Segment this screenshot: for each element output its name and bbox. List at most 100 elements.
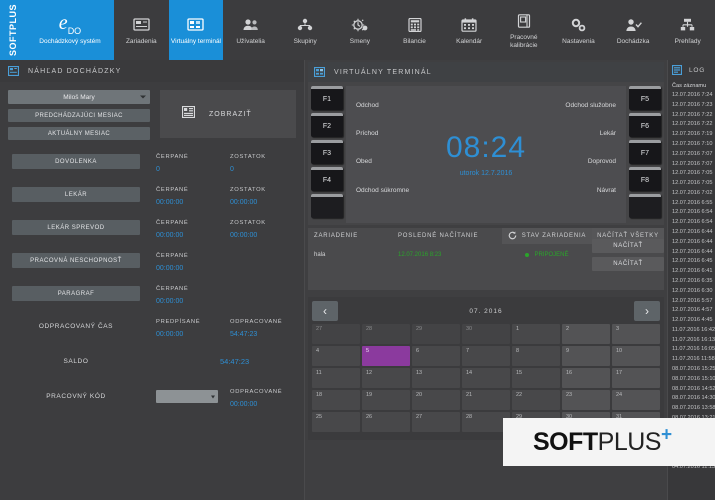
fkey-f6[interactable]: F6 bbox=[629, 113, 661, 137]
fkey-blank-left[interactable] bbox=[311, 194, 343, 218]
log-entry[interactable]: 12.07.2016 7:24 bbox=[672, 91, 711, 101]
log-entry[interactable]: 08.07.2016 15:25 bbox=[672, 365, 711, 375]
calendar-day[interactable]: 17 bbox=[612, 368, 660, 388]
fkey-f7[interactable]: F7 bbox=[629, 140, 661, 164]
log-entry[interactable]: 12.07.2016 7:05 bbox=[672, 179, 711, 189]
fkey-blank-right[interactable] bbox=[629, 194, 661, 218]
calendar-day[interactable]: 19 bbox=[362, 390, 410, 410]
fkey-f3[interactable]: F3 bbox=[311, 140, 343, 164]
log-entry[interactable]: 12.07.2016 6:54 bbox=[672, 208, 711, 218]
lekar-button[interactable]: LEKÁR bbox=[12, 187, 140, 202]
log-entry[interactable]: 12.07.2016 6:30 bbox=[672, 287, 711, 297]
log-entry[interactable]: 12.07.2016 7:23 bbox=[672, 101, 711, 111]
lekar-sprevod-button[interactable]: LEKÁR SPREVOD bbox=[12, 220, 140, 235]
calendar-day[interactable]: 1 bbox=[512, 324, 560, 344]
calendar-day[interactable]: 23 bbox=[562, 390, 610, 410]
log-entry[interactable]: 08.07.2016 14:52 bbox=[672, 384, 711, 394]
paragraf-button[interactable]: PARAGRAF bbox=[12, 286, 140, 301]
nav-item-skupiny[interactable]: Skupiny bbox=[278, 0, 333, 60]
fkey-f5[interactable]: F5 bbox=[629, 86, 661, 110]
log-entry[interactable]: 08.07.2016 15:10 bbox=[672, 375, 711, 385]
calendar-day[interactable]: 4 bbox=[312, 346, 360, 366]
calendar-day[interactable]: 20 bbox=[412, 390, 460, 410]
nav-item-pracovne-kalibracie[interactable]: Pracovné kalibrácie bbox=[496, 0, 551, 60]
calendar-day[interactable]: 7 bbox=[462, 346, 510, 366]
dovolenka-button[interactable]: DOVOLENKA bbox=[12, 154, 140, 169]
log-list[interactable]: 12.07.2016 7:2412.07.2016 7:2312.07.2016… bbox=[668, 91, 715, 472]
log-entry[interactable]: 12.07.2016 6:44 bbox=[672, 248, 711, 258]
calendar-day[interactable]: 2 bbox=[562, 324, 610, 344]
calendar-day[interactable]: 15 bbox=[512, 368, 560, 388]
log-entry[interactable]: 12.07.2016 7:22 bbox=[672, 111, 711, 121]
log-entry[interactable]: 11.07.2016 16:42 bbox=[672, 326, 711, 336]
log-entry[interactable]: 08.07.2016 13:58 bbox=[672, 404, 711, 414]
calendar-day[interactable]: 27 bbox=[412, 412, 460, 432]
log-entry[interactable]: 12.07.2016 6:55 bbox=[672, 199, 711, 209]
calendar-day[interactable]: 28 bbox=[362, 324, 410, 344]
log-entry[interactable]: 12.07.2016 7:05 bbox=[672, 169, 711, 179]
log-entry[interactable]: 12.07.2016 4:45 bbox=[672, 316, 711, 326]
calendar-day[interactable]: 27 bbox=[312, 324, 360, 344]
calendar-day[interactable]: 29 bbox=[412, 324, 460, 344]
nav-item-dochadzkovy-system[interactable]: eDO Dochádzkový systém bbox=[26, 0, 114, 60]
load-button[interactable]: NAČÍTAŤ bbox=[592, 239, 664, 253]
log-entry[interactable]: 12.07.2016 5:57 bbox=[672, 296, 711, 306]
log-entry[interactable]: 12.07.2016 7:10 bbox=[672, 140, 711, 150]
fkey-f8[interactable]: F8 bbox=[629, 167, 661, 191]
nav-item-bilancie[interactable]: Bilancie bbox=[387, 0, 442, 60]
log-entry[interactable]: 12.07.2016 4:57 bbox=[672, 306, 711, 316]
pracovna-neschopnost-button[interactable]: PRACOVNÁ NESCHOPNOSŤ bbox=[12, 253, 140, 268]
log-entry[interactable]: 12.07.2016 6:41 bbox=[672, 267, 711, 277]
current-month-button[interactable]: AKTUÁLNY MESIAC bbox=[8, 127, 150, 140]
nav-item-virtualny-terminal[interactable]: Virtuálny terminál bbox=[169, 0, 224, 60]
calendar-day[interactable]: 11 bbox=[312, 368, 360, 388]
nav-item-smeny[interactable]: Smeny bbox=[333, 0, 388, 60]
fkey-f1[interactable]: F1 bbox=[311, 86, 343, 110]
calendar-day[interactable]: 13 bbox=[412, 368, 460, 388]
calendar-day[interactable]: 26 bbox=[362, 412, 410, 432]
nav-item-dochadzka[interactable]: Dochádzka bbox=[606, 0, 661, 60]
calendar-day[interactable]: 5 bbox=[362, 346, 410, 366]
log-entry[interactable]: 12.07.2016 7:22 bbox=[672, 120, 711, 130]
calendar-day[interactable]: 10 bbox=[612, 346, 660, 366]
device-status-tab[interactable]: STAV ZARIADENIA bbox=[502, 228, 592, 244]
log-entry[interactable]: 11.07.2016 16:13 bbox=[672, 336, 711, 346]
show-button[interactable]: ZOBRAZIŤ bbox=[160, 90, 296, 138]
log-entry[interactable]: 12.07.2016 7:07 bbox=[672, 159, 711, 169]
calendar-day[interactable]: 16 bbox=[562, 368, 610, 388]
log-entry[interactable]: 12.07.2016 7:07 bbox=[672, 150, 711, 160]
log-entry[interactable]: 12.07.2016 7:19 bbox=[672, 130, 711, 140]
nav-item-prehlady[interactable]: Prehľady bbox=[660, 0, 715, 60]
nav-item-kalendar[interactable]: Kalendár bbox=[442, 0, 497, 60]
calendar-day[interactable]: 3 bbox=[612, 324, 660, 344]
log-entry[interactable]: 12.07.2016 6:44 bbox=[672, 238, 711, 248]
workcode-select[interactable] bbox=[156, 390, 218, 403]
log-entry[interactable]: 12.07.2016 6:35 bbox=[672, 277, 711, 287]
calendar-prev-button[interactable]: ‹ bbox=[312, 301, 338, 321]
log-entry[interactable]: 12.07.2016 6:44 bbox=[672, 228, 711, 238]
log-entry[interactable]: 11.07.2016 11:58 bbox=[672, 355, 711, 365]
calendar-day[interactable]: 24 bbox=[612, 390, 660, 410]
calendar-day[interactable]: 21 bbox=[462, 390, 510, 410]
prev-month-button[interactable]: PREDCHÁDZAJÚCI MESIAC bbox=[8, 109, 150, 122]
fkey-f4[interactable]: F4 bbox=[311, 167, 343, 191]
nav-item-nastavenia[interactable]: Nastavenia bbox=[551, 0, 606, 60]
calendar-day[interactable]: 8 bbox=[512, 346, 560, 366]
calendar-day[interactable]: 14 bbox=[462, 368, 510, 388]
calendar-day[interactable]: 9 bbox=[562, 346, 610, 366]
calendar-day[interactable]: 30 bbox=[462, 324, 510, 344]
calendar-day[interactable]: 12 bbox=[362, 368, 410, 388]
nav-item-zariadenia[interactable]: Zariadenia bbox=[114, 0, 169, 60]
log-entry[interactable]: 12.07.2016 7:02 bbox=[672, 189, 711, 199]
load-button-2[interactable]: NAČÍTAŤ bbox=[592, 257, 664, 271]
calendar-day[interactable]: 18 bbox=[312, 390, 360, 410]
calendar-day[interactable]: 6 bbox=[412, 346, 460, 366]
log-entry[interactable]: 12.07.2016 6:54 bbox=[672, 218, 711, 228]
nav-item-uzivatelia[interactable]: Užívatelia bbox=[223, 0, 278, 60]
calendar-next-button[interactable]: › bbox=[634, 301, 660, 321]
user-select[interactable]: Miloš Mary bbox=[8, 90, 150, 104]
calendar-day[interactable]: 22 bbox=[512, 390, 560, 410]
fkey-f2[interactable]: F2 bbox=[311, 113, 343, 137]
log-entry[interactable]: 08.07.2016 14:30 bbox=[672, 394, 711, 404]
log-entry[interactable]: 12.07.2016 6:45 bbox=[672, 257, 711, 267]
